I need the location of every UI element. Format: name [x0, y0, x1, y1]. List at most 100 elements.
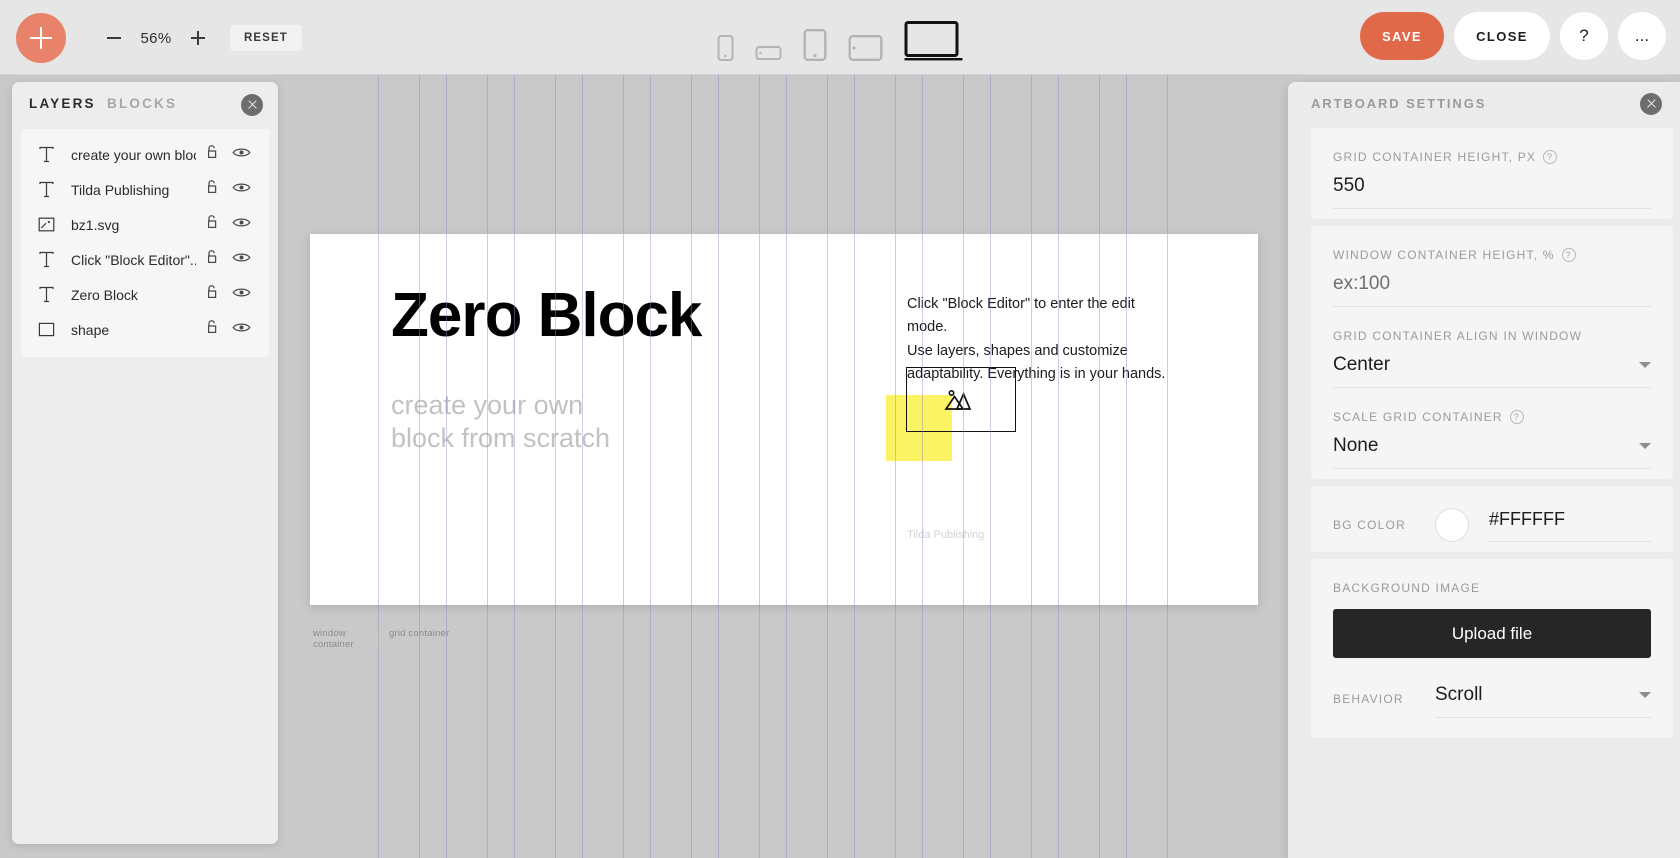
layers-panel: LAYERS BLOCKS create your own bloc... Til…: [12, 82, 278, 844]
shape-layer-icon: [37, 320, 56, 339]
layer-name: create your own bloc...: [71, 146, 196, 163]
text-layer-icon: [37, 250, 56, 269]
artboard[interactable]: Zero Block create your own block from sc…: [310, 234, 1258, 605]
layer-visibility-toggle[interactable]: [226, 216, 256, 234]
window-container-label: window container: [313, 628, 354, 650]
close-settings-panel-button[interactable]: [1640, 93, 1662, 115]
image-layer-icon: [37, 215, 56, 234]
artboard-footer-text[interactable]: Tilda Publishing: [907, 529, 984, 541]
zoom-controls: 56% RESET: [100, 22, 302, 54]
text-layer-icon: [37, 180, 56, 199]
layer-lock-toggle[interactable]: [196, 214, 226, 235]
grid-container-height-input[interactable]: 550: [1333, 175, 1651, 209]
layer-name: Tilda Publishing: [71, 181, 170, 198]
tab-layers[interactable]: LAYERS: [29, 96, 96, 111]
grid-align-value: Center: [1333, 354, 1391, 375]
help-icon[interactable]: ?: [1561, 248, 1576, 262]
layer-lock-toggle[interactable]: [196, 179, 226, 200]
layer-lock-toggle[interactable]: [196, 284, 226, 305]
more-options-button[interactable]: ...: [1618, 12, 1666, 60]
text-layer-icon: [37, 285, 56, 304]
bg-color-hex-input[interactable]: #FFFFFF: [1489, 509, 1651, 542]
artboard-settings-panel: ARTBOARD SETTINGS GRID CONTAINER HEIGHT,…: [1288, 82, 1680, 858]
layer-row[interactable]: Zero Block: [21, 277, 269, 312]
layer-visibility-toggle[interactable]: [226, 286, 256, 304]
layer-row[interactable]: Tilda Publishing: [21, 172, 269, 207]
container-labels: window container grid container: [310, 628, 449, 650]
artboard-content: Zero Block create your own block from sc…: [310, 234, 1258, 605]
bg-color-row: BG COLOR #FFFFFF: [1333, 492, 1651, 546]
background-image-card: BACKGROUND IMAGE Upload file BEHAVIOR Sc…: [1311, 559, 1673, 738]
artboard-image-placeholder[interactable]: [906, 367, 1016, 432]
layer-name: Zero Block: [71, 286, 138, 303]
eye-icon: [231, 146, 251, 164]
layer-visibility-toggle[interactable]: [226, 181, 256, 199]
reset-zoom-button[interactable]: RESET: [230, 25, 302, 51]
image-placeholder-icon: [944, 389, 972, 410]
layer-name: shape: [71, 321, 110, 338]
grid-container-height-label: GRID CONTAINER HEIGHT, PX ?: [1333, 150, 1651, 164]
bg-color-label: BG COLOR: [1333, 518, 1406, 532]
unlock-icon: [204, 284, 219, 305]
layers-panel-header: LAYERS BLOCKS: [12, 82, 278, 129]
eye-icon: [231, 251, 251, 269]
grid-container-height-card: GRID CONTAINER HEIGHT, PX ? 550: [1311, 128, 1673, 219]
chevron-down-icon: [1639, 692, 1651, 698]
unlock-icon: [204, 319, 219, 340]
layer-lock-toggle[interactable]: [196, 319, 226, 340]
device-phone-portrait-button[interactable]: [717, 15, 734, 61]
layer-visibility-toggle[interactable]: [226, 146, 256, 164]
scale-grid-label: SCALE GRID CONTAINER ?: [1333, 410, 1651, 424]
artboard-subheading[interactable]: create your own block from scratch: [391, 389, 610, 455]
layer-visibility-toggle[interactable]: [226, 321, 256, 339]
unlock-icon: [204, 249, 219, 270]
artboard-settings-title: ARTBOARD SETTINGS: [1311, 96, 1487, 111]
grid-align-label: GRID CONTAINER ALIGN IN WINDOW: [1333, 329, 1583, 343]
unlock-icon: [204, 179, 219, 200]
help-button[interactable]: ?: [1560, 12, 1608, 60]
eye-icon: [231, 181, 251, 199]
tab-blocks[interactable]: BLOCKS: [107, 96, 177, 111]
layer-row[interactable]: create your own bloc...: [21, 137, 269, 172]
close-layers-panel-button[interactable]: [241, 94, 263, 116]
behavior-row: BEHAVIOR Scroll: [1333, 658, 1651, 718]
eye-icon: [231, 286, 251, 304]
close-button[interactable]: CLOSE: [1454, 12, 1550, 60]
help-icon[interactable]: ?: [1509, 410, 1524, 424]
device-desktop-button[interactable]: [904, 15, 963, 61]
device-tablet-landscape-button[interactable]: [848, 15, 883, 61]
device-preview-switcher: [717, 13, 963, 61]
scale-grid-select[interactable]: None: [1333, 435, 1651, 469]
device-tablet-portrait-button[interactable]: [803, 15, 827, 61]
artboard-description-line2: Use layers, shapes and customize: [907, 342, 1128, 359]
layer-row[interactable]: shape: [21, 312, 269, 347]
chevron-down-icon: [1639, 362, 1651, 368]
artboard-subheading-line1: create your own: [391, 390, 584, 420]
zoom-out-button[interactable]: [100, 24, 128, 52]
top-toolbar: 56% RESET SAVE CLOSE ? ...: [0, 0, 1680, 75]
help-icon[interactable]: ?: [1543, 150, 1558, 164]
bg-color-card: BG COLOR #FFFFFF: [1311, 486, 1673, 552]
chevron-down-icon: [1639, 443, 1651, 449]
layer-lock-toggle[interactable]: [196, 249, 226, 270]
zoom-in-button[interactable]: [184, 24, 212, 52]
artboard-subheading-line2: block from scratch: [391, 422, 611, 453]
layer-visibility-toggle[interactable]: [226, 251, 256, 269]
artboard-heading[interactable]: Zero Block: [391, 285, 702, 347]
minus-icon: [107, 37, 121, 39]
device-phone-landscape-button[interactable]: [755, 15, 782, 61]
layer-row[interactable]: Click "Block Editor"...: [21, 242, 269, 277]
grid-align-select[interactable]: Center: [1333, 354, 1651, 388]
add-element-button[interactable]: [16, 13, 66, 63]
eye-icon: [231, 216, 251, 234]
layers-list: create your own bloc... Tilda Publishing b…: [21, 129, 269, 357]
layer-lock-toggle[interactable]: [196, 144, 226, 165]
window-container-height-input[interactable]: ex:100: [1333, 273, 1651, 307]
layer-row[interactable]: bz1.svg: [21, 207, 269, 242]
upload-file-button[interactable]: Upload file: [1333, 609, 1651, 658]
bg-color-swatch[interactable]: [1435, 508, 1469, 542]
unlock-icon: [204, 214, 219, 235]
behavior-select[interactable]: Scroll: [1435, 684, 1651, 718]
save-button[interactable]: SAVE: [1360, 12, 1444, 60]
behavior-label: BEHAVIOR: [1333, 692, 1404, 706]
